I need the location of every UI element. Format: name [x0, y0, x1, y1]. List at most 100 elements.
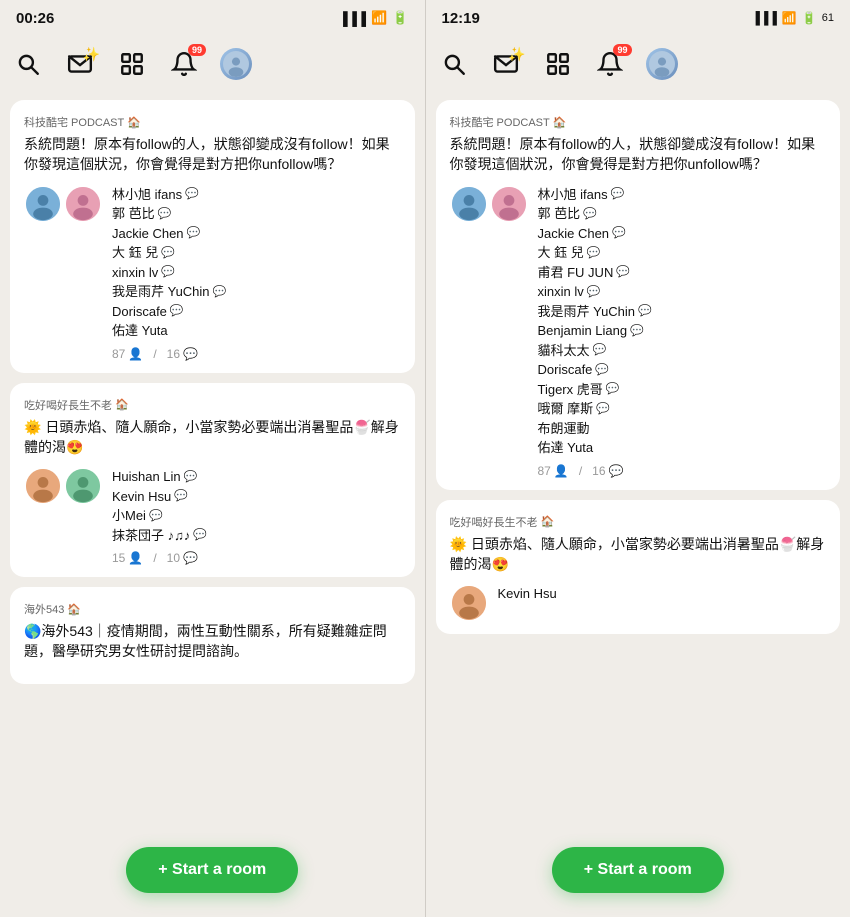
mail-button[interactable]: ✨ [64, 48, 96, 80]
speaker-1-4: 大 鈺 兒 💬 [112, 243, 401, 263]
expanded-room-channel: 科技酷宅 PODCAST 🏠 [450, 114, 827, 130]
mail-button-r[interactable]: ✨ [490, 48, 522, 80]
avatar-2a [24, 467, 62, 505]
room-card-1[interactable]: 科技酷宅 PODCAST 🏠 系統問題！原本有follow的人，狀態卻變成沒有f… [10, 100, 415, 373]
exp-speaker-10: Doriscafe 💬 [538, 360, 827, 380]
expanded-room-stats: 87 👤 / 16 💬 [538, 464, 827, 478]
grid-button[interactable] [116, 48, 148, 80]
exp-comment-count: 16 💬 [592, 464, 623, 478]
avatar-button-r[interactable] [646, 48, 678, 80]
speaker-2-2: Kevin Hsu 💬 [112, 487, 401, 507]
speaker-1-6: 我是雨芹 YuChin 💬 [112, 282, 401, 302]
home-icon-exp: 🏠 [553, 116, 567, 129]
room-stats-1: 87 👤 / 16 💬 [112, 347, 401, 361]
exp-speaker-4: 大 鈺 兒 💬 [538, 243, 827, 263]
right-phone-panel: 12:19 ▐▐▐ 📶 🔋 61 ✨ [426, 0, 850, 917]
search-button[interactable] [12, 48, 44, 80]
right-time: 12:19 [442, 10, 480, 27]
avatar-exp-a [450, 185, 488, 223]
avatar-1a [24, 185, 62, 223]
room-avatars-1 [24, 185, 102, 361]
start-room-button-right[interactable]: + Start a room [552, 847, 724, 893]
listener-count-2: 15 👤 [112, 551, 143, 565]
room-title-1: 系統問題！原本有follow的人，狀態卻變成沒有follow！如果你發現這個狀況… [24, 134, 401, 175]
room-speakers-1: 林小旭 ifans 💬 郭 芭比 💬 Jackie Chen 💬 大 鈺 兒 💬 [112, 185, 401, 361]
speaker-2-1: Huishan Lin 💬 [112, 467, 401, 487]
chat-icon: 💬 [185, 186, 199, 203]
left-scroll-area[interactable]: 科技酷宅 PODCAST 🏠 系統問題！原本有follow的人，狀態卻變成沒有f… [0, 92, 425, 917]
left-phone-panel: 00:26 ▐▐▐ 📶 🔋 ✨ [0, 0, 425, 917]
chat-icon: 💬 [149, 508, 163, 525]
expanded-room-avatars [450, 185, 528, 478]
exp-speaker-3: Jackie Chen 💬 [538, 224, 827, 244]
speaker-1-5: xinxin lv 💬 [112, 263, 401, 283]
exp-speaker-14: 佑達 Yuta [538, 438, 827, 458]
search-button-r[interactable] [438, 48, 470, 80]
exp-speaker-1: 林小旭 ifans 💬 [538, 185, 827, 205]
speaker-1-8: 佑達 Yuta [112, 321, 401, 341]
signal-icon-r: ▐▐▐ [751, 11, 777, 25]
grid-button-r[interactable] [542, 48, 574, 80]
comment-count-2: 10 💬 [167, 551, 198, 565]
exp-speaker-5: 甫君 FU JUN 💬 [538, 263, 827, 283]
right-status-bar: 12:19 ▐▐▐ 📶 🔋 61 [426, 0, 850, 36]
battery-level: 61 [822, 12, 834, 24]
room-channel-1: 科技酷宅 PODCAST 🏠 [24, 114, 401, 130]
exp-speaker-7: 我是雨芹 YuChin 💬 [538, 302, 827, 322]
right-room-card-2[interactable]: 吃好喝好長生不老 🏠 🌞 日頭赤焰、隨人願命，小當家勢必要端出消暑聖品🍧解身體的… [436, 500, 841, 635]
right-room-avatars-2 [450, 584, 488, 622]
speaker-1-3: Jackie Chen 💬 [112, 224, 401, 244]
home-icon-r2: 🏠 [541, 515, 555, 528]
right-speaker-2-1: Kevin Hsu [498, 584, 827, 604]
room-avatars-2 [24, 467, 102, 565]
start-room-button-left[interactable]: + Start a room [126, 847, 298, 893]
exp-speaker-8: Benjamin Liang 💬 [538, 321, 827, 341]
avatar-exp-b [490, 185, 528, 223]
exp-listener-count: 87 👤 [538, 464, 569, 478]
speaker-2-4: 抹茶団子 ♪♫♪ 💬 [112, 526, 401, 546]
home-icon-1: 🏠 [127, 116, 141, 129]
avatar-r2a [450, 584, 488, 622]
room-card-2[interactable]: 吃好喝好長生不老 🏠 🌞 日頭赤焰、隨人願命，小當家勢必要端出消暑聖品🍧解身體的… [10, 383, 415, 578]
room-stats-2: 15 👤 / 10 💬 [112, 551, 401, 565]
avatar-button[interactable] [220, 48, 252, 80]
speaker-1-7: Doriscafe 💬 [112, 302, 401, 322]
comment-count-1: 16 💬 [167, 347, 198, 361]
avatar-1b [64, 185, 102, 223]
room-title-3: 🌎海外543｜疫情期間，兩性互動性關系，所有疑難雜症問題，醫學研究男女性研討提問… [24, 621, 401, 662]
wifi-icon: 📶 [371, 10, 387, 26]
right-scroll-area[interactable]: 科技酷宅 PODCAST 🏠 系統問題！原本有follow的人，狀態卻變成沒有f… [426, 92, 850, 917]
left-status-bar: 00:26 ▐▐▐ 📶 🔋 [0, 0, 425, 36]
battery-icon-r: 🔋 [802, 11, 817, 25]
chat-icon: 💬 [193, 527, 207, 544]
expanded-room-card[interactable]: 科技酷宅 PODCAST 🏠 系統問題！原本有follow的人，狀態卻變成沒有f… [436, 100, 841, 490]
signal-icon: ▐▐▐ [338, 11, 366, 26]
expanded-room-speakers: 林小旭 ifans 💬 郭 芭比 💬 Jackie Chen 💬 大 鈺 兒 💬 [538, 185, 827, 478]
expanded-room-title: 系統問題！原本有follow的人，狀態卻變成沒有follow！如果你發現這個狀況… [450, 134, 827, 175]
chat-icon: 💬 [161, 245, 175, 262]
room-card-3[interactable]: 海外543 🏠 🌎海外543｜疫情期間，兩性互動性關系，所有疑難雜症問題，醫學研… [10, 587, 415, 684]
chat-icon: 💬 [170, 303, 184, 320]
left-status-icons: ▐▐▐ 📶 🔋 [338, 10, 408, 26]
exp-speaker-9: 貓科太太 💬 [538, 341, 827, 361]
chat-icon: 💬 [161, 264, 175, 281]
room-title-2: 🌞 日頭赤焰、隨人願命，小當家勢必要端出消暑聖品🍧解身體的渴😍 [24, 417, 401, 458]
exp-speaker-13: 布朗運動 [538, 419, 827, 439]
bell-button[interactable]: 99 [168, 48, 200, 80]
user-avatar [220, 48, 252, 80]
bell-button-r[interactable]: 99 [594, 48, 626, 80]
chat-icon: 💬 [187, 225, 201, 242]
listener-count-1: 87 👤 [112, 347, 143, 361]
room-channel-3: 海外543 🏠 [24, 601, 401, 617]
right-room-title-2: 🌞 日頭赤焰、隨人願命，小當家勢必要端出消暑聖品🍧解身體的渴😍 [450, 534, 827, 575]
left-nav-bar: ✨ 99 [0, 36, 425, 92]
room-body-1: 林小旭 ifans 💬 郭 芭比 💬 Jackie Chen 💬 大 鈺 兒 💬 [24, 185, 401, 361]
wifi-icon-r: 📶 [782, 11, 797, 25]
avatar-2b [64, 467, 102, 505]
user-avatar-r [646, 48, 678, 80]
right-room-body-2: Kevin Hsu [450, 584, 827, 622]
bell-badge: 99 [188, 44, 206, 56]
right-room-channel-2: 吃好喝好長生不老 🏠 [450, 514, 827, 530]
chat-icon: 💬 [213, 284, 227, 301]
right-nav-bar: ✨ 99 [426, 36, 850, 92]
